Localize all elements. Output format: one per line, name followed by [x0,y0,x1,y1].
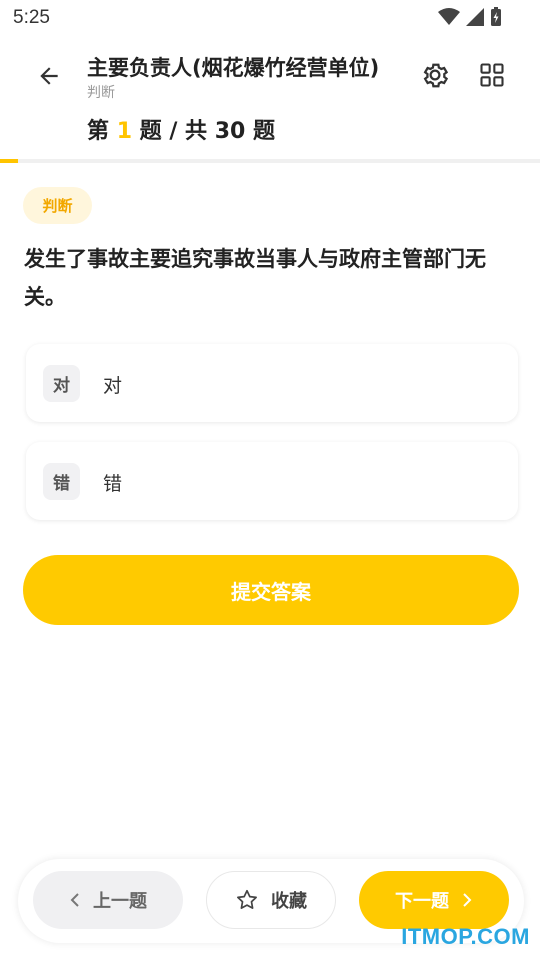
option-key: 对 [43,365,80,402]
watermark: ITMOP.COM [401,924,530,949]
counter-middle: 题 / 共 [139,119,208,144]
question-grid-button[interactable] [472,55,512,95]
chevron-right-icon [463,893,472,907]
battery-icon [491,7,501,26]
star-icon [237,889,257,909]
option-true[interactable]: 对 对 [26,344,518,422]
gear-icon [423,63,449,88]
option-text: 对 [103,375,123,397]
counter-total: 30 [214,119,246,144]
option-key: 错 [43,463,80,500]
page-title: 主要负责人(烟花爆竹经营单位) [87,56,380,80]
question-text: 发生了事故主要追究事故当事人与政府主管部门无关。 [24,247,486,309]
counter-current: 1 [116,119,132,144]
question-type-badge: 判断 [23,187,92,224]
status-icons [438,7,502,27]
progress-bar [0,159,540,163]
favorite-label: 收藏 [271,891,307,912]
counter-suffix: 题 [253,119,276,144]
arrow-left-icon [40,67,58,85]
status-bar: 5:25 [0,0,540,36]
prev-question-button[interactable]: 上一题 [33,871,183,929]
signal-icon [466,8,484,26]
status-time: 5:25 [13,7,50,28]
question-counter: 第 1 题 / 共 30 题 [87,113,275,145]
settings-button[interactable] [415,55,455,95]
next-question-button[interactable]: 下一题 [359,871,509,929]
option-text: 错 [103,473,123,495]
back-button[interactable] [31,58,67,94]
page-subtitle: 判断 [87,85,115,101]
prev-label: 上一题 [93,891,147,912]
wifi-icon [438,8,460,25]
next-label: 下一题 [395,891,449,912]
counter-prefix: 第 [87,119,110,144]
progress-bar-fill [0,159,18,163]
grid-icon [480,63,504,87]
submit-answer-button[interactable]: 提交答案 [23,555,519,625]
option-false[interactable]: 错 错 [26,442,518,520]
chevron-left-icon [70,893,79,907]
favorite-button[interactable]: 收藏 [206,871,336,929]
